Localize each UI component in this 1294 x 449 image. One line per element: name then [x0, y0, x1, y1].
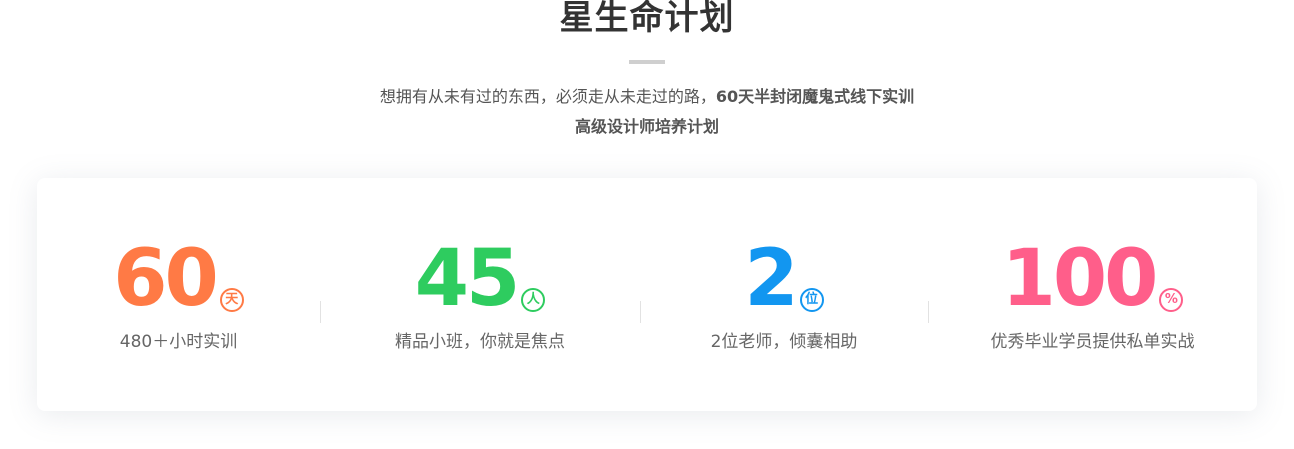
stat-people: 45 人 精品小班，你就是焦点	[320, 178, 640, 411]
stat-caption: 2位老师，倾囊相助	[710, 332, 858, 352]
stats-card: 60 天 480＋小时实训 45 人 精品小班，你就是焦点 2 位 2位老师，倾…	[37, 178, 1257, 411]
stat-days: 60 天 480＋小时实训	[37, 178, 320, 411]
stat-percent: 100 % 优秀毕业学员提供私单实战	[928, 178, 1257, 411]
stat-number: 100	[1001, 234, 1159, 324]
stat-caption: 480＋小时实训	[119, 332, 238, 352]
title-underline	[629, 60, 665, 64]
stat-unit-badge: 位	[799, 288, 824, 312]
stat-number: 45	[414, 234, 521, 324]
stat-number: 2	[744, 234, 798, 324]
subtitle-line-1: 想拥有从未有过的东西，必须走从未走过的路，60天半封闭魔鬼式线下实训	[0, 86, 1294, 108]
stat-number-row: 60 天	[37, 238, 320, 318]
subtitle-line-2: 高级设计师培养计划	[574, 117, 719, 136]
stat-number-row: 2 位	[640, 238, 928, 318]
stat-caption: 精品小班，你就是焦点	[395, 332, 565, 352]
page-title: 星生命计划	[559, 0, 735, 38]
page: 星生命计划 想拥有从未有过的东西，必须走从未走过的路，60天半封闭魔鬼式线下实训…	[0, 0, 1294, 449]
subtitle-text: 想拥有从未有过的东西，必须走从未走过的路，	[379, 87, 716, 106]
stat-unit-badge: 天	[219, 288, 244, 312]
subtitle-highlight: 60天半封闭魔鬼式线下实训	[715, 87, 915, 106]
stat-number-row: 45 人	[320, 238, 640, 318]
stat-number: 60	[113, 234, 219, 324]
stat-caption: 优秀毕业学员提供私单实战	[990, 332, 1195, 352]
stat-unit-badge: 人	[521, 288, 546, 312]
stat-unit-badge: %	[1159, 288, 1184, 312]
stat-teachers: 2 位 2位老师，倾囊相助	[640, 178, 928, 411]
stat-number-row: 100 %	[928, 238, 1257, 318]
